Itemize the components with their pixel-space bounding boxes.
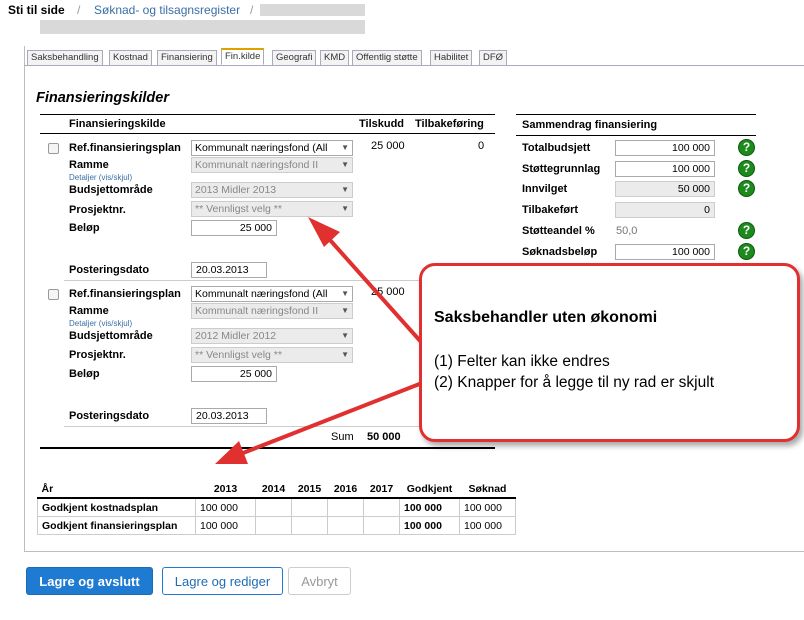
arrow-line-up [328,238,424,345]
arrow-line-down [242,381,423,455]
callout-line-2: (2) Knapper for å legge til ny rad er sk… [434,374,714,391]
callout-line-1: (1) Felter kan ikke endres [434,353,610,370]
arrow-head-up [308,217,340,247]
callout-title: Saksbehandler uten økonomi [434,309,658,326]
arrow-head-down [215,441,248,464]
annotation-callout: Saksbehandler uten økonomi (1) Felter ka… [419,263,800,442]
